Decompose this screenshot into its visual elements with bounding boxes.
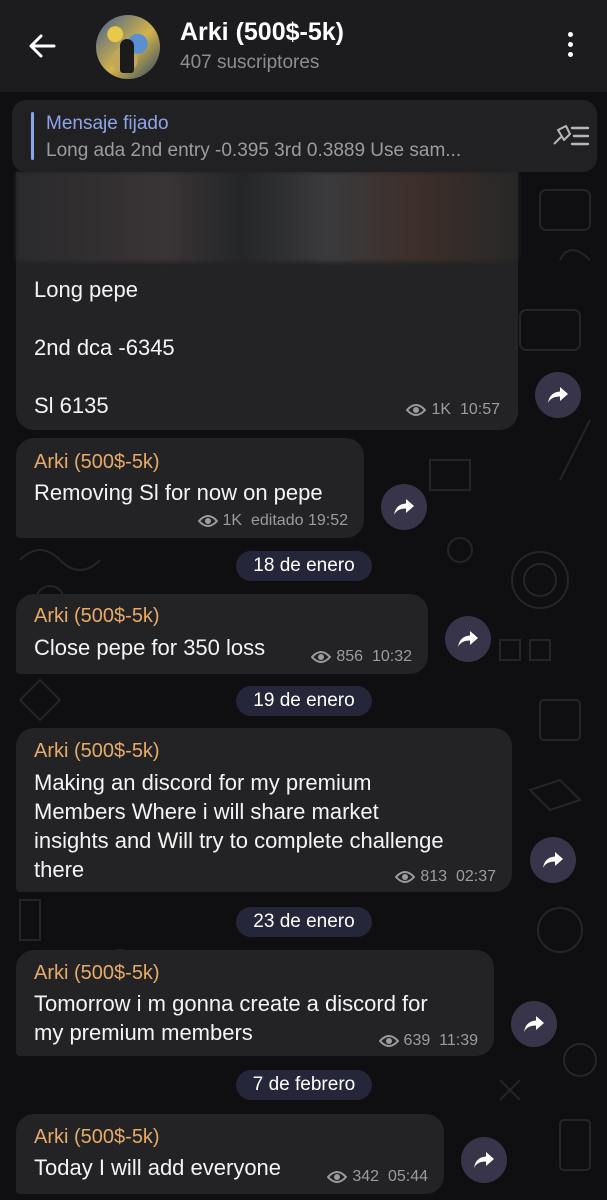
message-text: Tomorrow i m gonna create a discord for … [34, 991, 428, 1045]
eye-icon [406, 404, 427, 416]
media-preview[interactable] [16, 172, 518, 262]
message-bubble[interactable]: Long pepe 2nd dca -6345 Sl 6135 1K 10:57 [16, 172, 518, 430]
share-arrow-icon [458, 631, 478, 647]
message-meta: 1K 10:57 [406, 401, 500, 419]
pinned-message-bar[interactable]: Mensaje fijado Long ada 2nd entry -0.395… [12, 100, 597, 172]
pinned-list-icon[interactable] [550, 122, 590, 150]
share-arrow-icon [474, 1152, 494, 1168]
eye-icon [327, 1171, 348, 1183]
share-arrow-icon [394, 499, 414, 515]
message-text: Removing Sl for now on pepe [34, 480, 323, 505]
share-button[interactable] [381, 484, 427, 530]
message-bubble[interactable]: Arki (500$-5k) Tomorrow i m gonna create… [16, 950, 494, 1056]
message-meta: 639 11:39 [378, 1032, 478, 1050]
message-author[interactable]: Arki (500$-5k) [34, 1126, 160, 1149]
message-author[interactable]: Arki (500$-5k) [34, 605, 160, 628]
date-separator: 19 de enero [236, 686, 372, 716]
subscriber-count: 407 suscriptores [180, 52, 320, 73]
message-meta: 813 02:37 [395, 868, 496, 886]
eye-icon [311, 651, 332, 663]
channel-avatar[interactable] [96, 15, 160, 79]
message-meta: 342 05:44 [327, 1168, 428, 1186]
message-author[interactable]: Arki (500$-5k) [34, 740, 160, 763]
message-bubble[interactable]: Arki (500$-5k) Making an discord for my … [16, 728, 512, 892]
date-separator: 18 de enero [236, 551, 372, 581]
message-bubble[interactable]: Arki (500$-5k) Close pepe for 350 loss 8… [16, 594, 428, 674]
share-button[interactable] [530, 837, 576, 883]
share-arrow-icon [543, 852, 563, 868]
share-button[interactable] [461, 1137, 507, 1183]
message-meta: 856 10:32 [311, 648, 412, 666]
chat-header: Arki (500$-5k) 407 suscriptores [0, 0, 607, 92]
share-button[interactable] [445, 616, 491, 662]
more-vertical-icon[interactable] [560, 32, 580, 62]
channel-title[interactable]: Arki (500$-5k) [180, 18, 344, 47]
message-author[interactable]: Arki (500$-5k) [34, 451, 160, 474]
message-text: Today I will add everyone [34, 1155, 282, 1180]
message-author[interactable]: Arki (500$-5k) [34, 962, 160, 985]
message-text: Making an discord for my premium Members… [34, 770, 444, 882]
pinned-preview: Long ada 2nd entry -0.395 3rd 0.3889 Use… [46, 140, 462, 161]
date-separator: 23 de enero [236, 907, 372, 937]
eye-icon [378, 1035, 399, 1047]
message-bubble[interactable]: Arki (500$-5k) Today I will add everyone… [16, 1114, 444, 1194]
date-separator: 7 de febrero [236, 1070, 372, 1100]
message-meta: 1K editado 19:52 [197, 512, 348, 530]
share-arrow-icon [524, 1016, 544, 1032]
message-text: Long pepe 2nd dca -6345 Sl 6135 [34, 277, 175, 418]
pinned-label: Mensaje fijado [46, 113, 169, 134]
eye-icon [395, 871, 416, 883]
message-bubble[interactable]: Arki (500$-5k) Removing Sl for now on pe… [16, 438, 364, 538]
share-button[interactable] [511, 1001, 557, 1047]
message-text: Close pepe for 350 loss [34, 635, 266, 660]
share-button[interactable] [535, 372, 581, 418]
share-arrow-icon [548, 387, 568, 403]
pinned-accent-bar [31, 112, 34, 160]
arrow-left-icon[interactable] [24, 28, 60, 64]
eye-icon [197, 515, 218, 527]
